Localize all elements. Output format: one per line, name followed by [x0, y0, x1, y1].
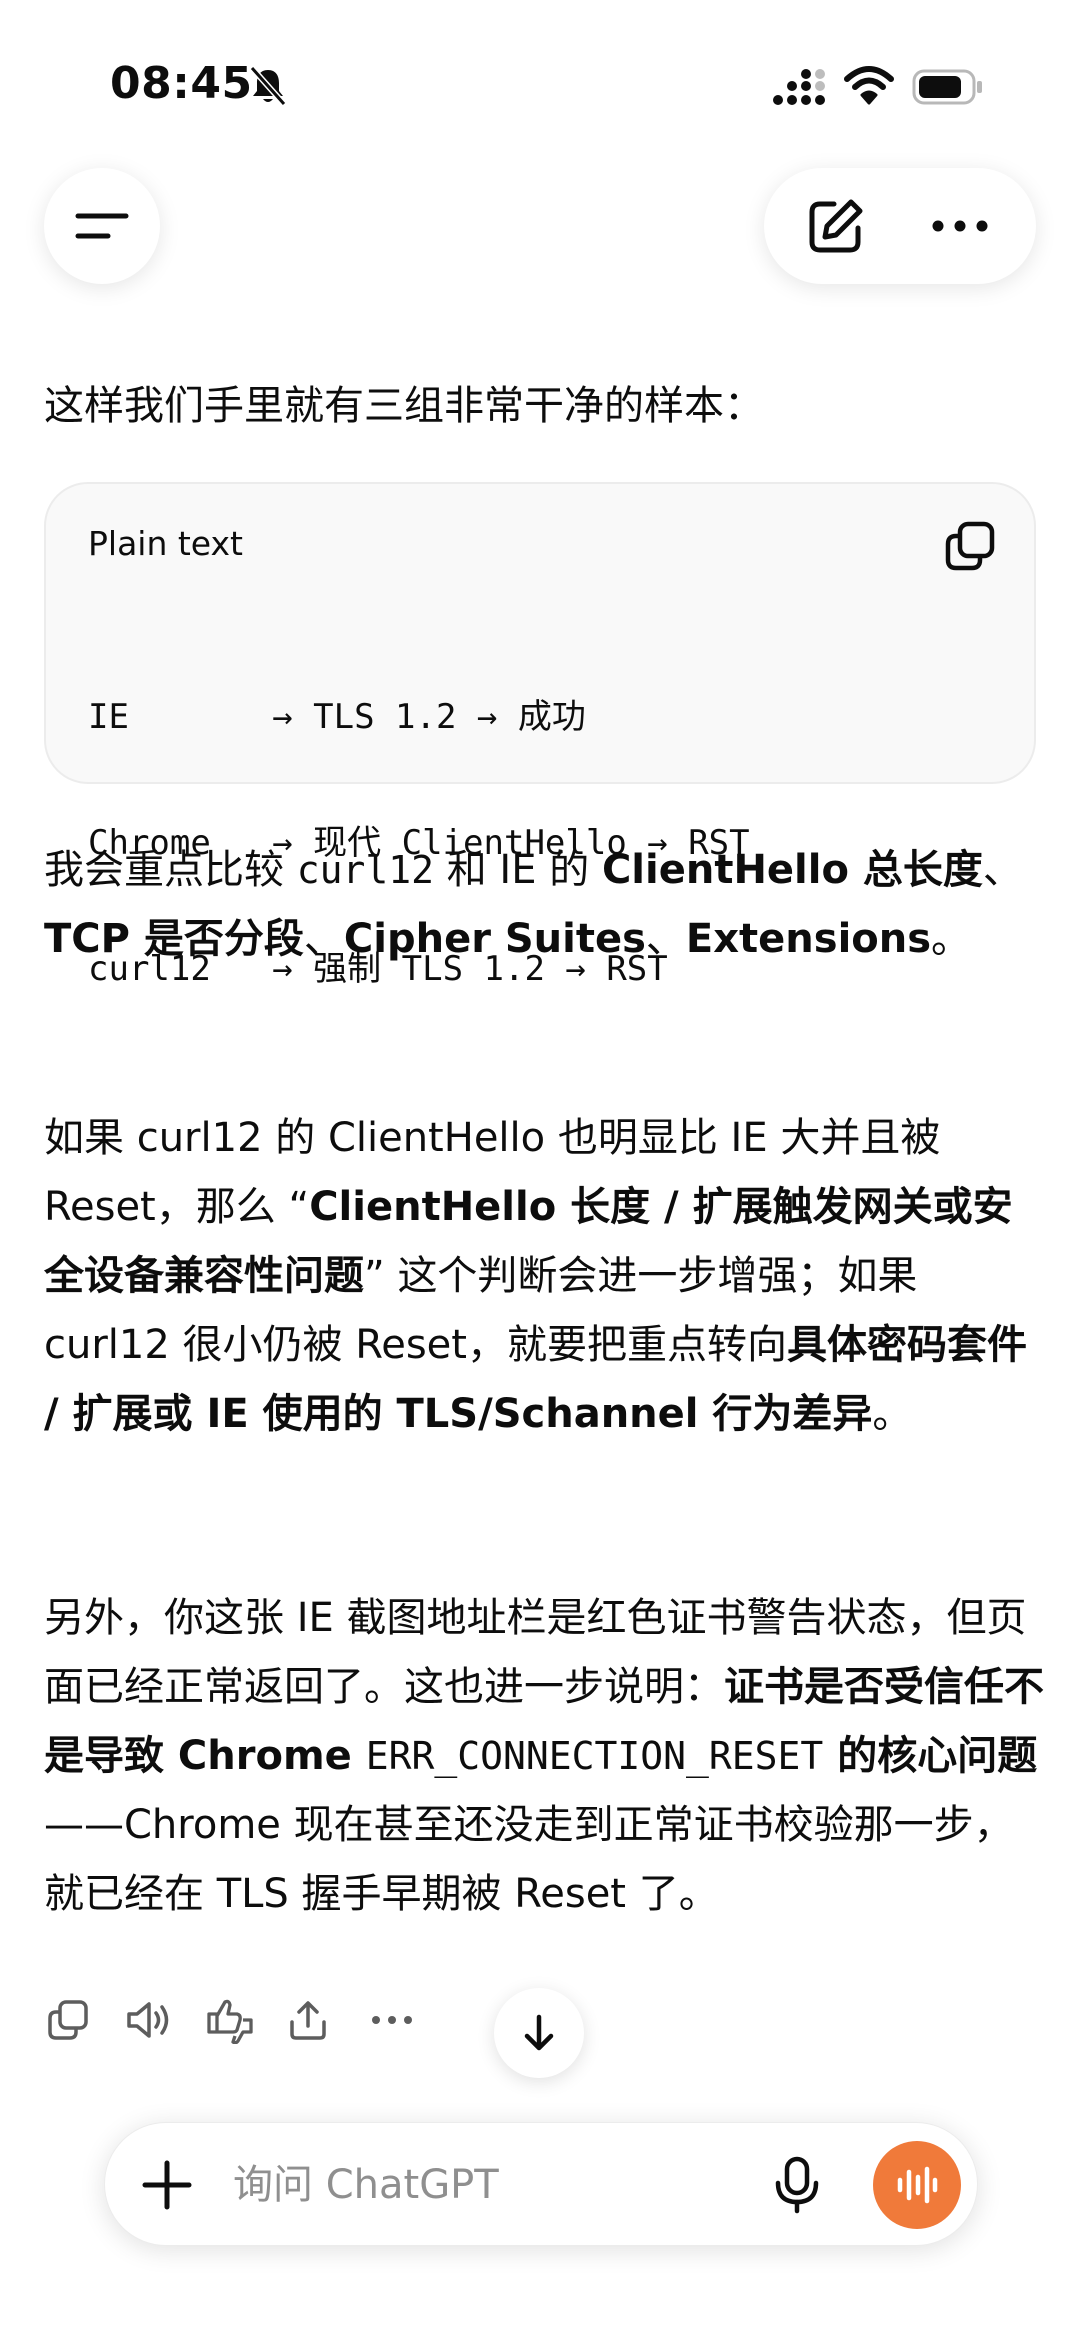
code-language-label: Plain text [88, 524, 243, 563]
menu-icon [75, 213, 129, 239]
read-aloud-button[interactable] [116, 1980, 180, 2060]
more-icon [372, 2016, 412, 2024]
copy-code-button[interactable] [934, 510, 1006, 582]
plus-icon [142, 2160, 192, 2210]
text-span: 、 [982, 847, 1023, 893]
speaker-icon [127, 2002, 169, 2038]
voice-mode-icon [897, 2166, 938, 2204]
text-span: ——Chrome 现在甚至还没走到正常证书校验那一步，就已经在 TLS 握手早期… [44, 1802, 1014, 1917]
status-bar: 08:45 [0, 0, 1080, 170]
text-span: ” 这个判断会进一步增强； [364, 1253, 838, 1299]
new-chat-button[interactable] [786, 186, 886, 266]
thumbs-feedback-icon [207, 1999, 253, 2044]
inline-code: curl12 [296, 848, 434, 892]
more-icon [932, 220, 988, 232]
top-actions-pill [764, 168, 1036, 284]
bold-span: TCP 是否分段 [44, 916, 304, 962]
feedback-button[interactable] [198, 1980, 262, 2060]
text-span: 和 IE 的 [434, 847, 602, 893]
scroll-to-bottom-button[interactable] [494, 1988, 584, 2078]
copy-icon [48, 2000, 88, 2040]
composer [104, 2122, 978, 2246]
message-paragraph-1: 我会重点比较 curl12 和 IE 的 ClientHello 总长度、TCP… [44, 836, 1044, 974]
copy-message-button[interactable] [36, 1980, 100, 2060]
text-span: 。 [872, 1391, 913, 1437]
message-input[interactable] [233, 2153, 713, 2217]
copy-icon [945, 521, 995, 571]
text-span: 、 [645, 916, 686, 962]
bold-span: ClientHello 总长度 [601, 847, 983, 893]
dictation-button[interactable] [759, 2147, 835, 2223]
bold-span: 的核心问题 [823, 1733, 1038, 1779]
more-options-button[interactable] [910, 186, 1010, 266]
edit-icon [809, 199, 863, 253]
code-line: IE → TLS 1.2 → 成功 [88, 697, 586, 737]
attach-button[interactable] [131, 2149, 203, 2221]
wifi-icon [844, 66, 894, 105]
text-span: 我会重点比较 [44, 847, 297, 893]
more-actions-button[interactable] [360, 1980, 424, 2060]
text-span: 。 [931, 916, 972, 962]
sidebar-menu-button[interactable] [44, 168, 160, 284]
message-intro: 这样我们手里就有三组非常干净的样本： [44, 383, 764, 429]
message-paragraph-2: 如果 curl12 的 ClientHello 也明显比 IE 大并且被 Res… [44, 1104, 1044, 1449]
home-indicator-area [0, 2300, 1080, 2348]
message-paragraph-3: 另外，你这张 IE 截图地址栏是红色证书警告状态，但页面已经正常返回了。这也进一… [44, 1584, 1044, 1929]
bell-slash-icon [249, 66, 287, 106]
share-button[interactable] [276, 1980, 340, 2060]
bold-span: Cipher Suites [343, 916, 646, 962]
bold-span: Extensions [685, 916, 932, 962]
battery-icon [912, 69, 982, 105]
signal-icon [773, 69, 825, 105]
status-time: 08:45 [110, 58, 253, 109]
code-block: Plain text IE → TLS 1.2 → 成功 Chrome → 现代… [44, 482, 1036, 989]
text-span: 、 [303, 916, 344, 962]
arrow-down-icon [524, 2014, 554, 2051]
mic-icon [775, 2156, 819, 2214]
share-icon [290, 2001, 326, 2040]
inline-code: ERR_CONNECTION_RESET [365, 1734, 824, 1778]
voice-mode-button[interactable] [873, 2141, 961, 2229]
